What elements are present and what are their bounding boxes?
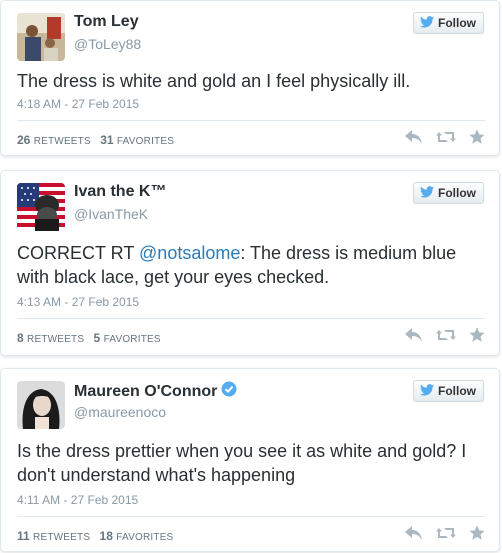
favorite-count[interactable]: 31 xyxy=(100,133,113,147)
display-name-text[interactable]: Maureen O'Connor xyxy=(74,383,217,401)
twitter-bird-icon xyxy=(420,383,434,399)
tweet-text: Is the dress prettier when you see it as… xyxy=(17,439,485,487)
tweet-text-part: Is the dress prettier when you see it as… xyxy=(17,441,467,485)
timestamp[interactable]: 4:11 AM - 27 Feb 2015 xyxy=(17,493,138,507)
tweet-stats: 26 RETWEETS 31 FAVORITES xyxy=(17,133,180,147)
display-name[interactable]: Ivan the K™ xyxy=(74,183,166,201)
divider xyxy=(17,516,485,517)
display-name[interactable]: Tom Ley xyxy=(74,13,139,31)
reply-icon[interactable] xyxy=(405,129,423,145)
follow-label: Follow xyxy=(438,186,476,200)
display-name-text[interactable]: Tom Ley xyxy=(74,13,139,31)
tweet-text: The dress is white and gold an I feel ph… xyxy=(17,69,485,93)
user-handle[interactable]: @IvanTheK xyxy=(74,206,148,222)
tweet-actions xyxy=(405,327,485,343)
timestamp[interactable]: 4:13 AM - 27 Feb 2015 xyxy=(17,295,139,309)
favorites-label: FAVORITES xyxy=(116,136,175,147)
avatar[interactable] xyxy=(17,13,65,61)
follow-button[interactable]: Follow xyxy=(413,380,484,402)
user-handle[interactable]: @ToLey88 xyxy=(74,36,141,52)
retweets-label: RETWEETS xyxy=(27,334,85,345)
reply-icon[interactable] xyxy=(405,525,423,541)
divider xyxy=(17,318,485,319)
tweet-actions xyxy=(405,129,485,145)
favorites-label: FAVORITES xyxy=(103,334,161,345)
retweet-count[interactable]: 26 xyxy=(17,133,30,147)
tweet-text: CORRECT RT @notsalome: The dress is medi… xyxy=(17,241,485,289)
follow-button[interactable]: Follow xyxy=(413,12,484,34)
favorites-label: FAVORITES xyxy=(116,532,174,543)
twitter-bird-icon xyxy=(420,15,434,31)
retweet-icon[interactable] xyxy=(436,327,456,343)
tweet-card: Ivan the K™ @IvanTheK Follow CORRECT RT … xyxy=(0,170,500,356)
retweet-icon[interactable] xyxy=(436,525,456,541)
retweets-label: RETWEETS xyxy=(33,532,91,543)
mention-link[interactable]: @notsalome xyxy=(139,243,240,263)
tweet-actions xyxy=(405,525,485,541)
tweet-text-part: CORRECT RT xyxy=(17,243,140,263)
retweet-count[interactable]: 8 xyxy=(17,331,24,345)
retweet-icon[interactable] xyxy=(436,129,456,145)
follow-button[interactable]: Follow xyxy=(413,182,484,204)
tweet-stats: 11 RETWEETS 18 FAVORITES xyxy=(17,529,179,543)
avatar[interactable] xyxy=(17,183,65,231)
follow-label: Follow xyxy=(438,384,476,398)
timestamp[interactable]: 4:18 AM - 27 Feb 2015 xyxy=(17,97,139,111)
display-name[interactable]: Maureen O'Connor xyxy=(74,381,237,402)
avatar[interactable] xyxy=(17,381,65,429)
display-name-text[interactable]: Ivan the K™ xyxy=(74,183,166,201)
tweet-text-part: The dress is white and gold an I feel ph… xyxy=(17,71,411,91)
verified-badge-icon xyxy=(221,381,237,402)
user-handle[interactable]: @maureenoco xyxy=(74,404,166,420)
favorite-icon[interactable] xyxy=(469,327,485,343)
follow-label: Follow xyxy=(438,16,476,30)
reply-icon[interactable] xyxy=(405,327,423,343)
twitter-bird-icon xyxy=(420,185,434,201)
favorite-icon[interactable] xyxy=(469,129,485,145)
tweet-stats: 8 RETWEETS 5 FAVORITES xyxy=(17,331,167,345)
retweets-label: RETWEETS xyxy=(33,136,91,147)
retweet-count[interactable]: 11 xyxy=(17,529,30,543)
favorite-icon[interactable] xyxy=(469,525,485,541)
divider xyxy=(17,120,485,121)
favorite-count[interactable]: 18 xyxy=(100,529,113,543)
tweet-card: Maureen O'Connor @maureenoco Follow Is t… xyxy=(0,368,500,552)
tweet-card: Tom Ley @ToLey88 Follow The dress is whi… xyxy=(0,0,500,156)
favorite-count[interactable]: 5 xyxy=(94,331,101,345)
